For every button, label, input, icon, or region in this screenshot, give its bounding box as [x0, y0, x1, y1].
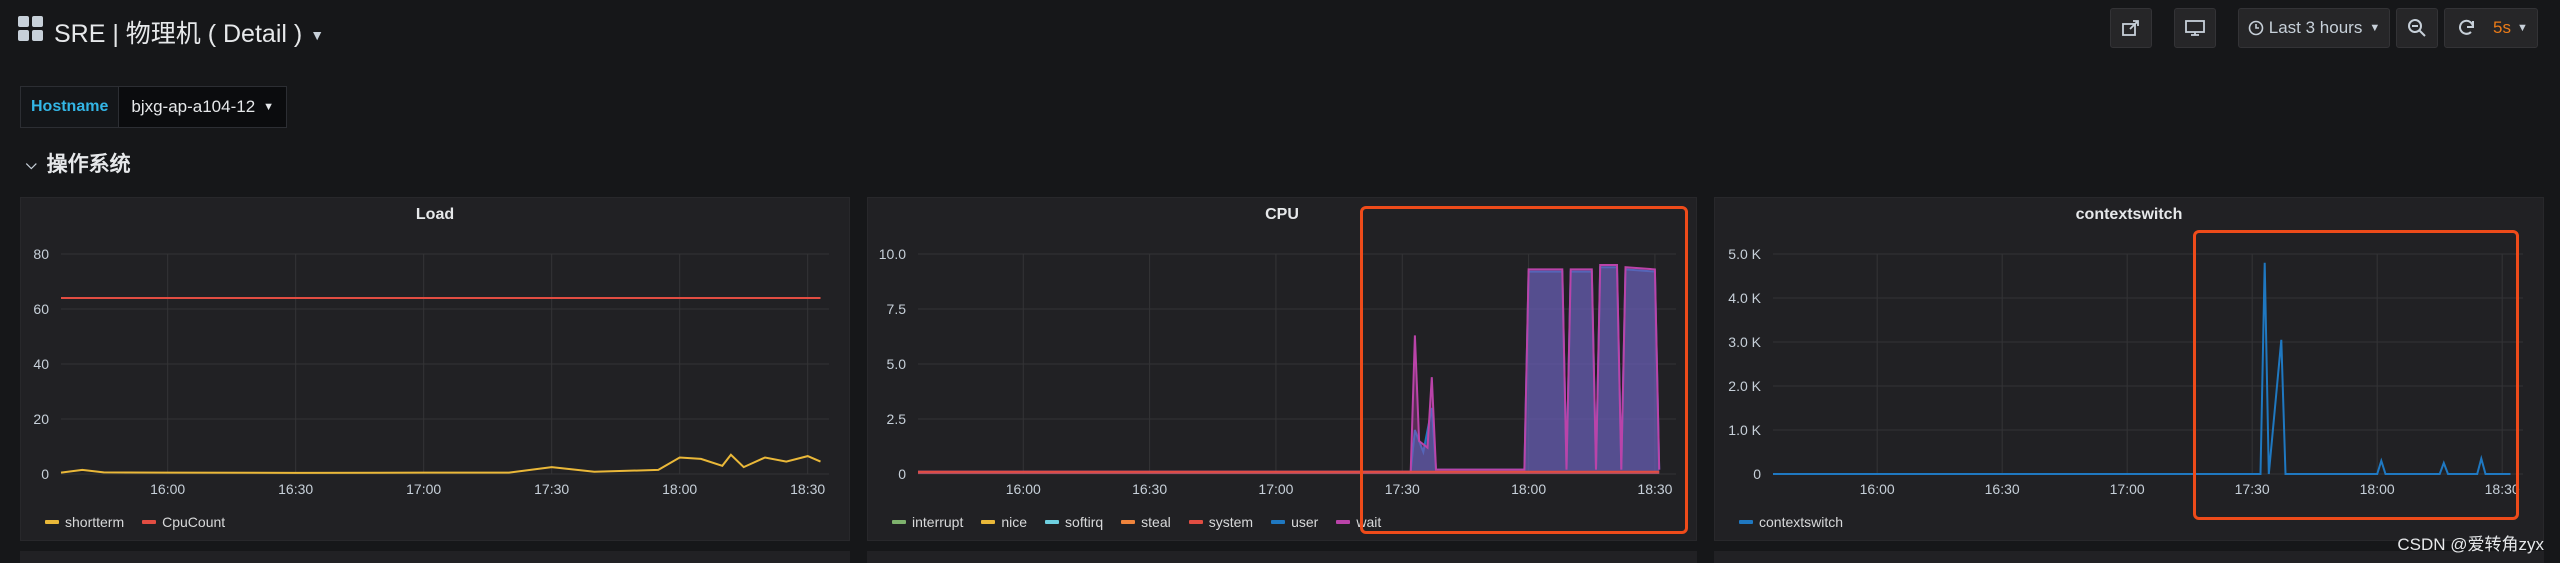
highlight-box [2193, 230, 2519, 520]
legend-label: interrupt [912, 514, 964, 530]
y-tick-label: 0 [898, 466, 906, 482]
legend-swatch [981, 520, 996, 524]
y-tick-label: 2.0 K [1728, 378, 1761, 394]
panel-legend: interrupt nice softirq steal system user wait [892, 514, 1381, 530]
row-title-text: 操作系统 [46, 153, 131, 176]
y-tick-label: 7.5 [887, 301, 907, 317]
x-tick-label: 16:00 [150, 481, 185, 497]
chevron-down-icon: ▼ [310, 27, 325, 44]
variable-label: Hostname [20, 86, 120, 128]
x-tick-label: 17:30 [534, 481, 569, 497]
legend-swatch [142, 520, 157, 524]
next-panel-edge [20, 551, 850, 563]
legend-item[interactable]: interrupt [892, 514, 963, 530]
x-tick-label: 17:00 [406, 481, 441, 497]
legend-label: steal [1141, 514, 1171, 530]
y-tick-label: 10.0 [879, 246, 906, 262]
legend-item[interactable]: contextswitch [1739, 514, 1843, 530]
load-chart[interactable]: 0 20 40 60 80 16:00 16:30 17:00 17:30 18:00 18:30 [21, 198, 851, 498]
legend-label: system [1208, 514, 1254, 530]
y-tick-label: 20 [33, 411, 49, 427]
x-tick-label: 16:30 [278, 481, 313, 497]
legend-item[interactable]: nice [981, 514, 1027, 530]
legend-label: shortterm [65, 514, 125, 530]
legend-swatch [892, 520, 906, 524]
legend-swatch [1188, 520, 1203, 524]
x-tick-label: 18:30 [790, 481, 825, 497]
legend-label: nice [1001, 514, 1028, 530]
next-panel-edge [867, 551, 1697, 563]
dashboard-title[interactable]: SRE | 物理机 ( Detail ) ▼ [54, 14, 324, 50]
panel-load[interactable]: Load 0 20 40 60 80 16:00 16:30 17:00 17:30 18:00 1… [20, 197, 850, 541]
zoom-out-button[interactable] [2396, 8, 2438, 48]
y-tick-label: 3.0 K [1728, 334, 1761, 350]
y-tick-label: 2.5 [887, 411, 907, 427]
hostname-select[interactable]: bjxg-ap-a104-12 ▼ [119, 86, 288, 128]
chevron-down-icon: ▼ [2516, 22, 2528, 34]
x-tick-label: 17:00 [1258, 481, 1293, 497]
refresh-interval: 5s [2493, 18, 2511, 37]
zoom-out-icon [2408, 19, 2426, 37]
y-tick-label: 5.0 [887, 356, 907, 372]
clock-icon [2248, 20, 2264, 36]
y-tick-label: 40 [33, 356, 49, 372]
legend-label: contextswitch [1759, 514, 1844, 530]
y-tick-label: 0 [1753, 466, 1761, 482]
share-button[interactable] [2110, 8, 2152, 48]
y-tick-label: 80 [33, 246, 49, 262]
highlight-box [1360, 206, 1688, 534]
legend-label: softirq [1065, 514, 1104, 530]
row-header-os[interactable]: ⌵ 操作系统 [26, 148, 131, 178]
refresh-button[interactable]: 5s ▼ [2444, 8, 2538, 48]
legend-item[interactable]: shortterm [45, 514, 124, 530]
legend-swatch [1121, 520, 1136, 524]
x-tick-label: 16:30 [1985, 481, 2020, 497]
legend-swatch [1045, 520, 1060, 524]
panel-legend: contextswitch [1739, 514, 1843, 530]
chevron-down-icon: ⌵ [26, 156, 37, 172]
legend-item[interactable]: softirq [1045, 514, 1103, 530]
y-tick-label: 60 [33, 301, 49, 317]
refresh-icon [2459, 19, 2474, 35]
top-navbar: SRE | 物理机 ( Detail ) ▼ Last 3 hours ▼ 5s … [0, 0, 2560, 62]
dashboard-grid-icon[interactable] [18, 16, 44, 42]
share-icon [2122, 20, 2139, 36]
legend-item[interactable]: CpuCount [142, 514, 225, 530]
y-tick-label: 1.0 K [1728, 422, 1761, 438]
legend-label: CpuCount [162, 514, 226, 530]
template-variables: Hostname bjxg-ap-a104-12 ▼ [20, 86, 288, 128]
legend-swatch [1739, 520, 1753, 524]
y-tick-label: 4.0 K [1728, 290, 1761, 306]
legend-swatch [45, 520, 59, 524]
hostname-value: bjxg-ap-a104-12 [131, 97, 256, 116]
x-tick-label: 17:00 [2110, 481, 2145, 497]
time-range-label: Last 3 hours [2268, 18, 2363, 37]
chevron-down-icon: ▼ [2369, 22, 2381, 34]
y-tick-label: 5.0 K [1728, 246, 1761, 262]
series-line-shortterm [60, 453, 821, 474]
legend-item[interactable]: steal [1121, 514, 1171, 530]
time-picker-button[interactable]: Last 3 hours ▼ [2238, 8, 2390, 48]
x-tick-label: 16:00 [1006, 481, 1041, 497]
x-tick-label: 18:00 [662, 481, 697, 497]
legend-item[interactable]: system [1188, 514, 1254, 530]
legend-swatch [1336, 520, 1351, 524]
legend-swatch [1271, 520, 1286, 524]
monitor-icon [2185, 20, 2205, 36]
chevron-down-icon: ▼ [263, 101, 275, 113]
panel-legend: shortterm CpuCount [45, 514, 225, 530]
legend-label: user [1291, 514, 1319, 530]
dashboard-title-text: SRE | 物理机 ( Detail ) [54, 20, 303, 48]
legend-item[interactable]: user [1271, 514, 1318, 530]
view-mode-button[interactable] [2174, 8, 2216, 48]
y-tick-label: 0 [41, 466, 49, 482]
x-tick-label: 16:30 [1132, 481, 1167, 497]
watermark: CSDN @爱转角zyx [2397, 535, 2544, 554]
x-tick-label: 16:00 [1860, 481, 1895, 497]
